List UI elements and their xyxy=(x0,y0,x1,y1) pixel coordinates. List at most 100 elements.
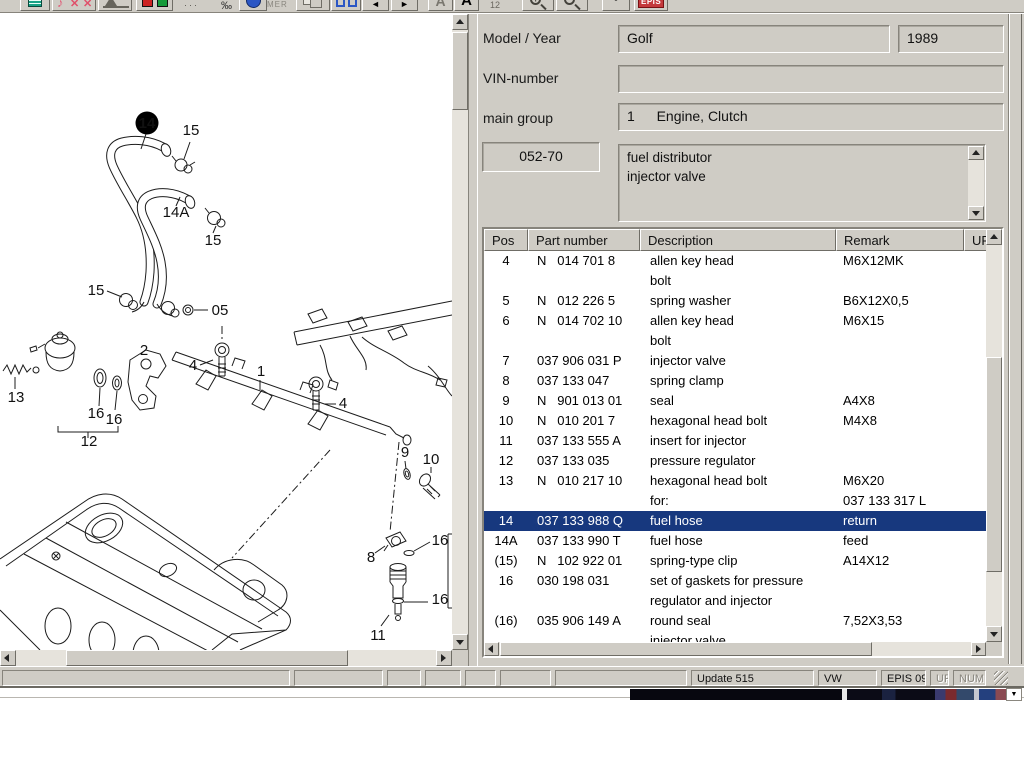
status-cell xyxy=(387,670,421,686)
table-row[interactable]: 11037 133 555 Ainsert for injector xyxy=(484,431,986,451)
font-a-icon: A xyxy=(429,0,452,9)
parts-table: PosPart numberDescriptionRemarkUP 4N 014… xyxy=(482,227,1004,658)
status-cell xyxy=(425,670,461,686)
model-year-label: Model / Year xyxy=(483,30,561,46)
next-button[interactable]: ► xyxy=(391,0,418,11)
print-button[interactable] xyxy=(98,0,132,11)
chevron-down-icon[interactable]: ▼ xyxy=(1006,688,1022,701)
table-row[interactable]: bolt xyxy=(484,271,986,291)
prev-arrow-icon: ◄ xyxy=(363,0,388,9)
diagram-callout[interactable]: 15 xyxy=(88,282,105,299)
prev-button[interactable]: ◄ xyxy=(362,0,389,11)
main-group-name: Engine, Clutch xyxy=(657,108,748,124)
diagram-callout[interactable]: 1 xyxy=(257,363,265,380)
table-vertical-scrollbar[interactable] xyxy=(986,229,1002,642)
font-small-button[interactable]: A xyxy=(428,0,453,11)
diagram-pane[interactable]: 141514A1515052414131616129108161611 xyxy=(0,14,452,650)
diagram-callout[interactable]: 16 xyxy=(106,411,123,428)
section-desc-line: injector valve xyxy=(627,167,985,186)
diagram-callout[interactable]: 11 xyxy=(370,627,386,644)
status-cell xyxy=(500,670,551,686)
table-row[interactable]: 6N 014 702 10allen key headM6X15 xyxy=(484,311,986,331)
table-row[interactable]: 14A037 133 990 Tfuel hosefeed xyxy=(484,531,986,551)
main-group-field[interactable]: 1 Engine, Clutch xyxy=(618,103,1004,131)
table-row[interactable]: regulator and injector xyxy=(484,591,986,611)
table-row[interactable]: 12037 133 035pressure regulator xyxy=(484,451,986,471)
desktop-area: ▼ xyxy=(0,688,1024,768)
table-row[interactable]: 10N 010 201 7hexagonal head boltM4X8 xyxy=(484,411,986,431)
resize-grip[interactable] xyxy=(994,671,1008,685)
status-cell xyxy=(555,670,687,686)
table-row[interactable]: 7037 906 031 Pinjector valve xyxy=(484,351,986,371)
info-button[interactable] xyxy=(239,0,267,11)
section-code-box[interactable]: 052-70 xyxy=(482,142,600,172)
diagram-callout[interactable]: 16 xyxy=(432,591,449,608)
background-photo xyxy=(630,689,1006,700)
table-row[interactable]: for:037 133 317 L xyxy=(484,491,986,511)
windows-button[interactable] xyxy=(331,0,361,11)
degree-button[interactable]: ° xyxy=(602,0,630,11)
diagram-callout[interactable]: 14 xyxy=(139,115,156,132)
font-size-label: 12 xyxy=(490,0,506,12)
description-scrollbar[interactable] xyxy=(968,146,984,220)
dots-icon: ··· xyxy=(184,0,204,12)
epis-window: ♪ ✕ ✕ ··· ‰ MER ◄ ► A A 12 xyxy=(0,0,1024,688)
diagram-callout[interactable]: 16 xyxy=(432,532,449,549)
table-row[interactable]: (16)035 906 149 Around seal7,52X3,53 xyxy=(484,611,986,631)
year-field[interactable]: 1989 xyxy=(898,25,1004,53)
blue-squares-icon xyxy=(336,0,345,7)
zoom-out-button[interactable] xyxy=(556,0,588,11)
cut-button[interactable]: ♪ ✕ ✕ xyxy=(52,0,96,11)
diagram-callout[interactable]: 4 xyxy=(339,395,347,412)
table-row[interactable]: 9N 901 013 01sealA4X8 xyxy=(484,391,986,411)
font-large-button[interactable]: A xyxy=(454,0,479,11)
diagram-callout[interactable]: 05 xyxy=(212,302,229,319)
model-field[interactable]: Golf xyxy=(618,25,890,53)
diagram-horizontal-scrollbar[interactable] xyxy=(0,650,452,666)
column-header: Part number xyxy=(528,229,640,251)
diagram-callout[interactable]: 10 xyxy=(423,451,440,468)
diagram-callout[interactable]: 13 xyxy=(8,389,25,406)
table-row[interactable]: 4N 014 701 8allen key headM6X12MK xyxy=(484,251,986,271)
diagram-callout[interactable]: 16 xyxy=(88,405,105,422)
vin-field[interactable] xyxy=(618,65,1004,93)
frames-button[interactable] xyxy=(296,0,330,11)
cut-icon-2: ✕ xyxy=(83,0,92,10)
permille-icon: ‰ xyxy=(221,0,239,12)
diagram-callouts: 141514A1515052414131616129108161611 xyxy=(8,112,449,645)
color-view-button[interactable] xyxy=(136,0,173,11)
table-row[interactable]: bolt xyxy=(484,331,986,351)
font-a-bold-icon: A xyxy=(455,0,478,9)
table-body: 4N 014 701 8allen key headM6X12MKbolt5N … xyxy=(484,251,986,642)
epis-button[interactable]: EPIS xyxy=(634,0,668,11)
scrollbar-corner xyxy=(452,650,468,666)
main-group-number: 1 xyxy=(627,108,635,124)
table-row[interactable]: 5N 012 226 5spring washerB6X12X0,5 xyxy=(484,291,986,311)
column-header: Remark xyxy=(836,229,964,251)
table-horizontal-scrollbar[interactable] xyxy=(484,642,986,656)
diagram-callout[interactable]: 2 xyxy=(140,342,148,359)
main-group-label: main group xyxy=(483,110,553,126)
table-row[interactable]: 14037 133 988 Qfuel hosereturn xyxy=(484,511,986,531)
pane-splitter[interactable] xyxy=(468,14,478,666)
diagram-callout[interactable]: 8 xyxy=(367,549,375,566)
zoom-in-button[interactable]: + xyxy=(522,0,554,11)
diagram-callout[interactable]: 9 xyxy=(401,444,409,461)
table-row[interactable]: injector valve xyxy=(484,631,986,642)
section-description-box[interactable]: fuel distributor injector valve xyxy=(618,144,986,222)
diagram-callout[interactable]: 15 xyxy=(183,122,200,139)
table-row[interactable]: 13N 010 217 10hexagonal head boltM6X20 xyxy=(484,471,986,491)
table-row[interactable]: 8037 133 047spring clamp xyxy=(484,371,986,391)
section-desc-line: fuel distributor xyxy=(627,148,985,167)
table-header: PosPart numberDescriptionRemarkUP xyxy=(484,229,1004,251)
table-row[interactable]: 16030 198 031set of gaskets for pressure xyxy=(484,571,986,591)
diagram-callout[interactable]: 14A xyxy=(163,204,190,221)
table-row[interactable]: (15)N 102 922 01spring-type clipA14X12 xyxy=(484,551,986,571)
diagram-vertical-scrollbar[interactable] xyxy=(452,14,468,650)
notes-button[interactable] xyxy=(20,0,50,11)
diagram-callout[interactable]: 4 xyxy=(189,357,197,374)
epis-icon: EPIS xyxy=(638,0,664,8)
green-square-icon xyxy=(157,0,168,7)
diagram-callout[interactable]: 12 xyxy=(81,433,98,450)
diagram-callout[interactable]: 15 xyxy=(205,232,222,249)
